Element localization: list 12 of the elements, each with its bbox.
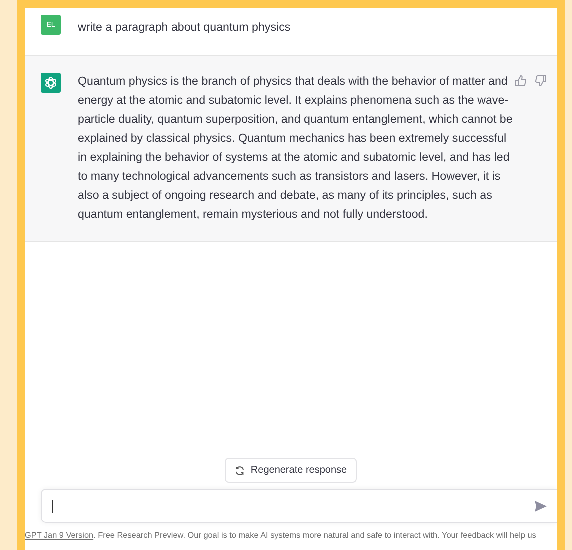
- version-link[interactable]: GPT Jan 9 Version: [25, 531, 94, 540]
- assistant-avatar-icon: [41, 73, 61, 94]
- refresh-icon: [234, 466, 245, 476]
- regenerate-button[interactable]: Regenerate response: [224, 458, 358, 484]
- message-text: write a paragraph about quantum physics: [78, 20, 292, 36]
- footer-text: GPT Jan 9 Version. Free Research Preview. Our goal is to make AI systems more natural and safe to interact with. Your feedback will help us: [25, 530, 538, 542]
- thumbs-down-icon[interactable]: [535, 75, 547, 88]
- thumbs-up-icon[interactable]: [515, 75, 527, 88]
- message-text: Quantum physics is the branch of physics that deals with the behavior of matter and energy at the atomic and subatomic level. It explains phenomena such as the wave-particle duality, quantum superposition, and quantum entanglement, which cannot be explained by classical physics. Quantum mechanics has been extremely successful in explaining the behavior of systems at the atomic and subatomic level, and has led to many technological advancements such as transistors and lasers. However, it is also a subject of ongoing research and debate, as many of its principles, such as quantum entanglement, remain mysterious and not fully understood.: [78, 74, 514, 223]
- message-input[interactable]: [41, 489, 557, 524]
- send-icon[interactable]: [535, 500, 547, 512]
- text-cursor: [52, 500, 53, 513]
